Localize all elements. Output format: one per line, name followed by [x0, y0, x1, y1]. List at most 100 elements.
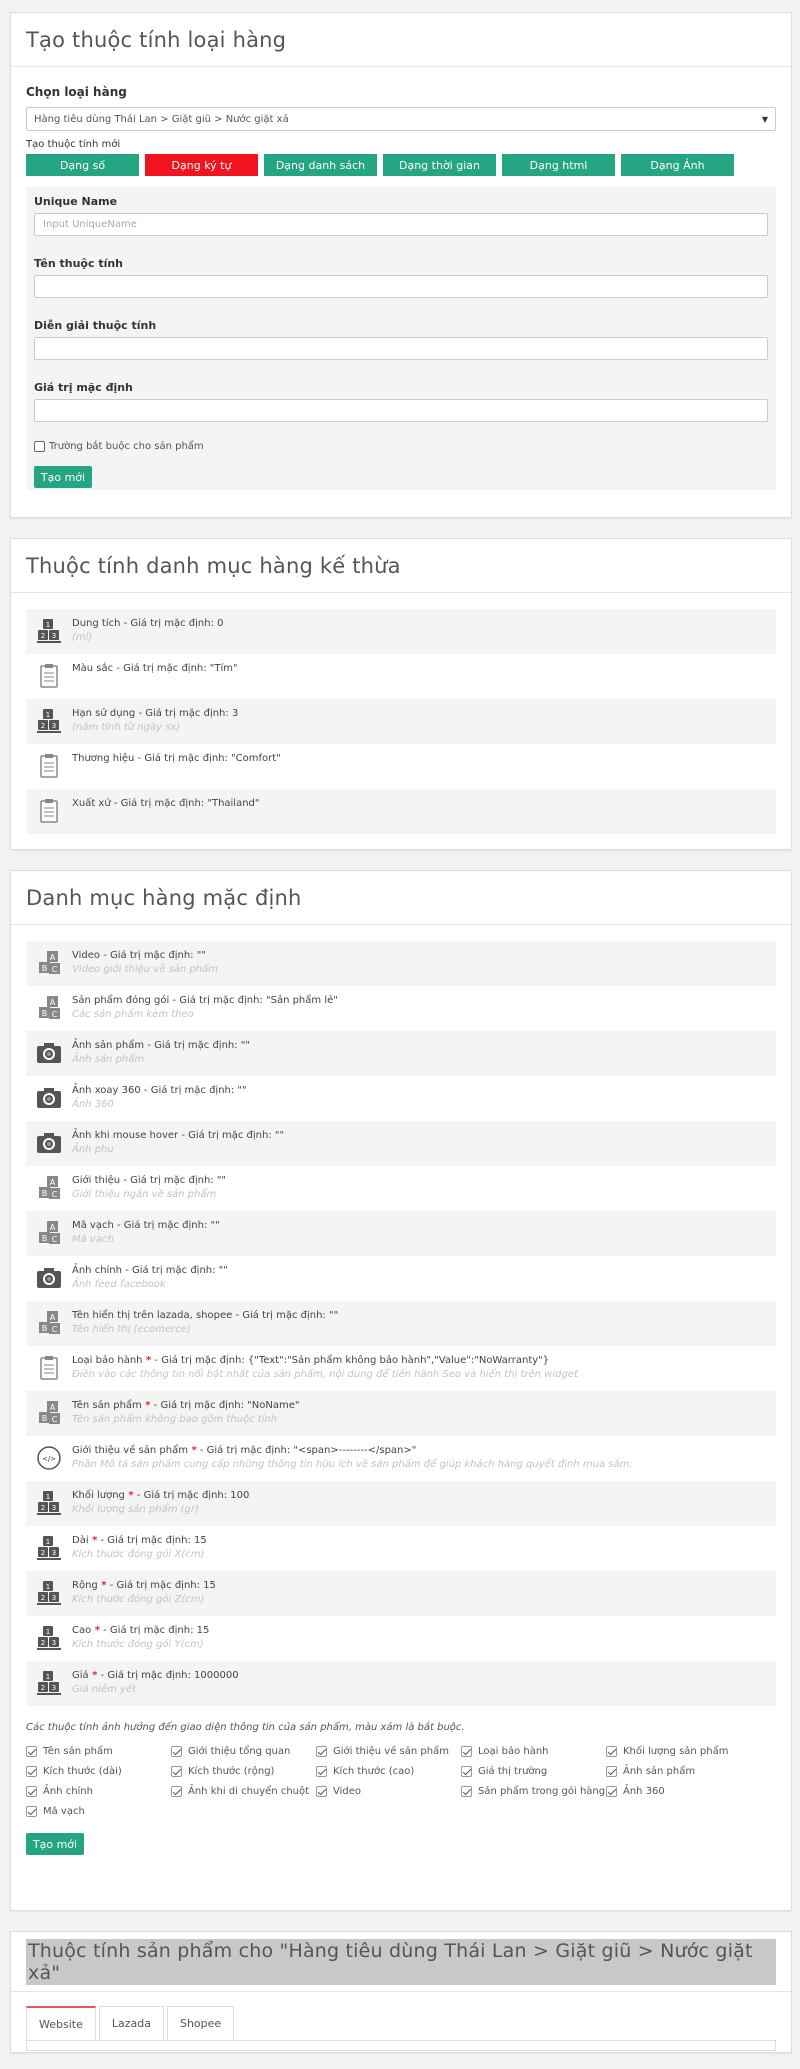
display-option[interactable]: Giới thiệu tổng quan [171, 1741, 316, 1761]
svg-text:2: 2 [41, 1504, 45, 1512]
attribute-type-tabs: Dạng số Dạng ký tự Dạng danh sách Dạng thời… [26, 154, 776, 176]
default-item[interactable]: A B C Giới thiệu - Giá trị mặc định: "" Giới… [26, 1166, 776, 1211]
checkbox-checked-icon[interactable] [606, 1785, 617, 1797]
default-item[interactable]: A B C Tên sản phẩm * - Giá trị mặc định: "N… [26, 1391, 776, 1436]
display-option[interactable]: Ảnh chính [26, 1781, 171, 1801]
display-option[interactable]: Mã vạch [26, 1801, 171, 1821]
checkbox-checked-icon[interactable] [461, 1745, 472, 1757]
default-item-text-block: Tên sản phẩm * - Giá trị mặc định: "NoNa… [72, 1398, 299, 1427]
display-option-label: Khối lượng sản phẩm [623, 1745, 729, 1757]
type-button-2[interactable]: Dạng danh sách [264, 154, 377, 176]
default-item-name: Loại bảo hành [72, 1355, 143, 1366]
inherited-item[interactable]: 1 2 3 Dung tích - Giá trị mặc định: 0 (ml) [26, 609, 776, 654]
inherited-item[interactable]: 1 2 3 Hạn sử dụng - Giá trị mặc định: 3 (năm… [26, 699, 776, 744]
display-option[interactable]: Kích thước (rộng) [171, 1761, 316, 1781]
default-item[interactable]: Ảnh xoay 360 - Giá trị mặc định: "" Ảnh 3… [26, 1076, 776, 1121]
default-item[interactable]: Ảnh khi mouse hover - Giá trị mặc định: … [26, 1121, 776, 1166]
create-default-button[interactable]: Tạo mới [26, 1833, 84, 1855]
type-button-3[interactable]: Dạng thời gian [383, 154, 496, 176]
checkbox-checked-icon[interactable] [461, 1765, 472, 1777]
type-button-4[interactable]: Dạng html [502, 154, 615, 176]
display-option[interactable]: Giới thiệu về sản phẩm [316, 1741, 461, 1761]
default-item-name: Tên sản phẩm [72, 1400, 142, 1411]
checkbox-checked-icon[interactable] [171, 1765, 182, 1777]
checkbox-checked-icon[interactable] [26, 1765, 37, 1777]
inherited-item[interactable]: Xuất xứ - Giá trị mặc định: "Thailand" [26, 789, 776, 834]
display-option-label: Giá thị trường [478, 1765, 548, 1777]
default-value-input[interactable] [34, 399, 768, 422]
text-icon: ABC [36, 993, 62, 1023]
unique-name-label: Unique Name [34, 195, 118, 208]
checkbox-checked-icon[interactable] [26, 1785, 37, 1797]
default-item[interactable]: 1 2 3 Khối lượng * - Giá trị mặc định: 100 K… [26, 1481, 776, 1526]
checkbox-checked-icon[interactable] [171, 1785, 182, 1797]
default-item[interactable]: </> Giới thiệu về sản phẩm * - Giá trị mặ… [26, 1436, 776, 1481]
display-option[interactable]: Ảnh khi di chuyển chuột [171, 1781, 316, 1801]
display-option[interactable]: Giá thị trường [461, 1761, 606, 1781]
default-item[interactable]: Ảnh chính - Giá trị mặc định: "" Ảnh feed… [26, 1256, 776, 1301]
display-option[interactable]: Kích thước (cao) [316, 1761, 461, 1781]
display-option[interactable]: Ảnh 360 [606, 1781, 756, 1801]
svg-text:</>: </> [42, 1455, 56, 1463]
svg-text:B: B [42, 1324, 48, 1333]
checkbox-checked-icon[interactable] [26, 1805, 37, 1817]
attribute-description-input[interactable] [34, 337, 768, 360]
checkbox-checked-icon[interactable] [171, 1745, 182, 1757]
inherited-item[interactable]: Thương hiệu - Giá trị mặc định: "Comfort… [26, 744, 776, 789]
default-item[interactable]: A B C Sản phẩm đóng gói - Giá trị mặc định:… [26, 986, 776, 1031]
type-button-5[interactable]: Dạng Ảnh [621, 154, 734, 176]
tab-lazada[interactable]: Lazada [98, 2006, 164, 2040]
checkbox-checked-icon[interactable] [26, 1745, 37, 1757]
required-checkbox[interactable] [34, 441, 45, 452]
category-select[interactable]: Hàng tiêu dùng Thái Lan > Giặt giũ > Nướ… [26, 107, 776, 131]
checkbox-checked-icon[interactable] [316, 1745, 327, 1757]
default-item[interactable]: 1 2 3 Giá * - Giá trị mặc định: 1000000 Giá … [26, 1661, 776, 1706]
svg-text:A: A [50, 1313, 56, 1322]
default-item[interactable]: A B C Tên hiển thị trên lazada, shopee - Gi… [26, 1301, 776, 1346]
unique-name-input[interactable]: Input UniqueName [34, 213, 768, 236]
default-item-name: Ảnh chính [72, 1265, 122, 1276]
attribute-name-input[interactable] [34, 275, 768, 298]
display-option[interactable]: Ảnh sản phẩm [606, 1761, 756, 1781]
default-item[interactable]: 1 2 3 Rộng * - Giá trị mặc định: 15 Kích thư… [26, 1571, 776, 1616]
inherited-item-text-block: Màu sắc - Giá trị mặc định: "Tím" [72, 661, 238, 676]
default-item[interactable]: 1 2 3 Dài * - Giá trị mặc định: 15 Kích thướ… [26, 1526, 776, 1571]
create-attribute-button[interactable]: Tạo mới [34, 466, 92, 488]
svg-text:1: 1 [46, 1673, 50, 1681]
checkbox-checked-icon[interactable] [606, 1765, 617, 1777]
inherited-item-title: Thương hiệu - Giá trị mặc định: "Comfort… [72, 753, 281, 764]
inherited-item[interactable]: Màu sắc - Giá trị mặc định: "Tím" [26, 654, 776, 699]
display-option[interactable]: Sản phẩm trong gói hàng [461, 1781, 606, 1801]
default-item-text-block: Ảnh khi mouse hover - Giá trị mặc định: … [72, 1128, 284, 1157]
display-option[interactable]: Video [316, 1781, 461, 1801]
checkbox-checked-icon[interactable] [316, 1765, 327, 1777]
display-option[interactable]: Loại bảo hành [461, 1741, 606, 1761]
svg-text:2: 2 [41, 1684, 45, 1692]
default-item-subtitle: Ảnh 360 [72, 1099, 114, 1110]
required-star-icon: * [124, 1490, 134, 1501]
display-option[interactable]: Tên sản phẩm [26, 1741, 171, 1761]
checkbox-checked-icon[interactable] [606, 1745, 617, 1757]
display-option[interactable]: Kích thước (dài) [26, 1761, 171, 1781]
type-button-0[interactable]: Dạng số [26, 154, 139, 176]
default-item[interactable]: Loại bảo hành * - Giá trị mặc định: {"Te… [26, 1346, 776, 1391]
number-icon: 123 [36, 1578, 62, 1608]
default-item[interactable]: A B C Mã vạch - Giá trị mặc định: "" Mã vạch [26, 1211, 776, 1256]
checkbox-checked-icon[interactable] [316, 1785, 327, 1797]
required-star-icon: * [187, 1445, 197, 1456]
default-item-title: Tên sản phẩm * - Giá trị mặc định: "NoNa… [72, 1399, 299, 1413]
display-option-label: Ảnh sản phẩm [623, 1765, 696, 1777]
default-item[interactable]: Ảnh sản phẩm - Giá trị mặc định: "" Ảnh s… [26, 1031, 776, 1076]
tab-shopee[interactable]: Shopee [166, 2006, 235, 2040]
html-icon: </> [36, 1443, 62, 1473]
checkbox-checked-icon[interactable] [461, 1785, 472, 1797]
default-item-value: - Giá trị mặc định: {"Text":"Sản phẩm kh… [151, 1355, 550, 1366]
tab-website[interactable]: Website [26, 2006, 96, 2040]
default-item[interactable]: A B C Video - Giá trị mặc định: "" Video giớ… [26, 941, 776, 986]
type-button-1[interactable]: Dạng ký tự [145, 154, 258, 176]
default-item-text-block: Rộng * - Giá trị mặc định: 15 Kích thước … [72, 1578, 216, 1607]
display-option[interactable]: Khối lượng sản phẩm [606, 1741, 756, 1761]
svg-text:B: B [42, 1189, 48, 1198]
default-item[interactable]: 1 2 3 Cao * - Giá trị mặc định: 15 Kích thướ… [26, 1616, 776, 1661]
svg-text:1: 1 [46, 1628, 50, 1636]
